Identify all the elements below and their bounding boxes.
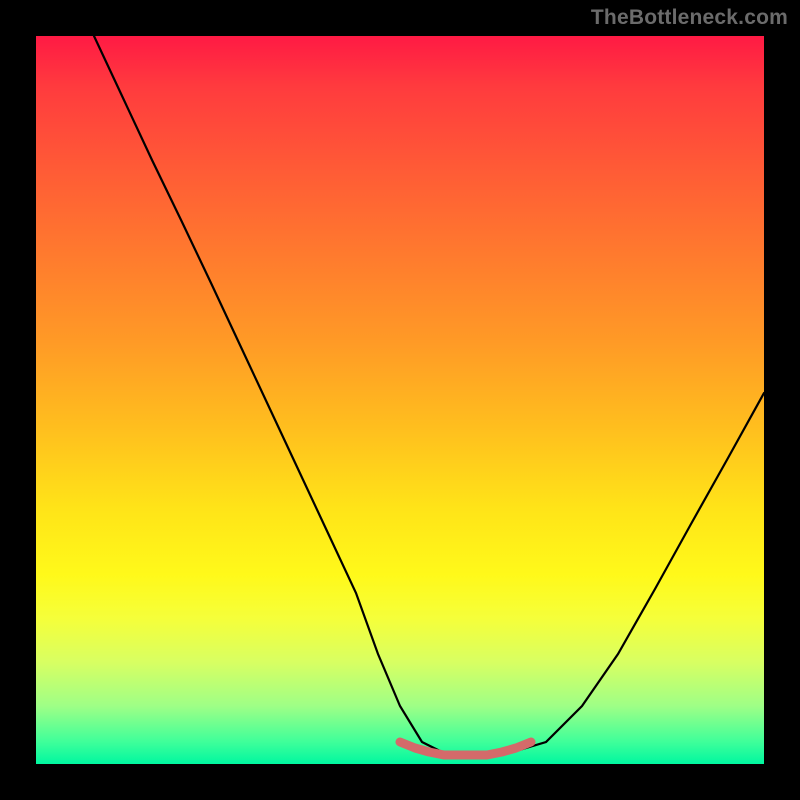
chart-frame: TheBottleneck.com [0,0,800,800]
watermark-text: TheBottleneck.com [591,6,788,30]
bottleneck-curve [94,36,764,755]
curve-layer [36,36,764,764]
plot-area [36,36,764,764]
optimal-highlight [400,742,531,755]
